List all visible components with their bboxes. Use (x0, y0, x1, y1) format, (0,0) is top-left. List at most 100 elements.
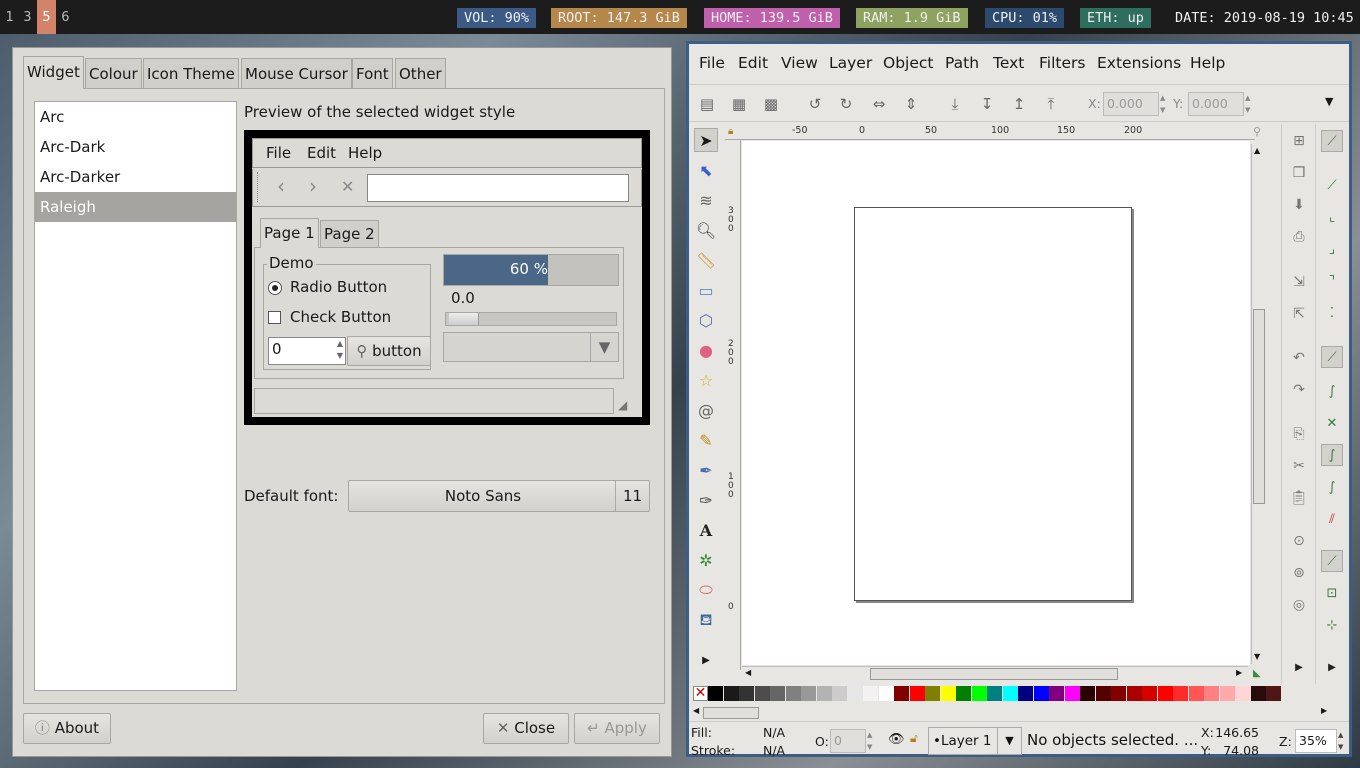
snap-toggle-icon[interactable]: ⟋ (1321, 130, 1343, 152)
palette-swatch[interactable] (925, 686, 940, 701)
list-item-selected[interactable]: Raleigh (35, 192, 236, 222)
export-icon[interactable]: ⇱ (1288, 303, 1310, 325)
close-button[interactable]: ✕ Close (483, 713, 569, 744)
snap-bbox-midpoint-icon[interactable]: ⌝ (1321, 270, 1343, 292)
preview-button[interactable]: ⚲ button (347, 336, 431, 366)
preview-entry[interactable] (367, 174, 629, 202)
flip-vertical-icon[interactable]: ⇕ (901, 94, 921, 114)
palette-scrollbar[interactable]: ◀ ▶ (689, 706, 1329, 720)
undo-icon[interactable]: ↶ (1288, 347, 1310, 369)
snap-bbox-corner-icon[interactable]: ⌟ (1321, 238, 1343, 260)
menu-edit[interactable]: Edit (738, 54, 768, 72)
bucket-tool-icon[interactable]: ⛾ (694, 608, 718, 632)
stop-icon[interactable]: ✕ (341, 177, 354, 196)
visibility-eye-icon[interactable]: 👁︎ (888, 732, 905, 747)
x-spin-icon[interactable]: ▲ ▼ (1160, 92, 1165, 116)
palette-swatch[interactable] (971, 686, 987, 701)
snap-rotation-center-icon[interactable]: ⊹ (1321, 614, 1343, 636)
palette-swatch[interactable] (1064, 686, 1080, 701)
list-item[interactable]: Arc-Dark (35, 132, 236, 162)
preview-menu-edit[interactable]: Edit (307, 144, 336, 162)
snap-bbox-center-icon[interactable]: ⁚ (1321, 302, 1343, 324)
node-tool-icon[interactable]: ⬉ (694, 158, 718, 182)
workspace-5[interactable]: 5 (37, 0, 56, 34)
palette-swatch[interactable] (940, 686, 956, 701)
toolbox-more-icon[interactable]: ▶ (694, 648, 718, 672)
list-item[interactable]: Arc (35, 102, 236, 132)
snap-intersection-icon[interactable]: ✕ (1321, 412, 1343, 434)
scroll-left-icon[interactable]: ◀ (693, 706, 699, 715)
layer-lock-icon[interactable]: 🔓︎ (910, 731, 918, 746)
scroll-up-icon[interactable]: ▲ (1254, 146, 1260, 155)
scroll-down-icon[interactable]: ▼ (1254, 652, 1260, 661)
paste-icon[interactable]: 📋︎ (1288, 487, 1310, 509)
palette-swatch[interactable] (1126, 686, 1142, 701)
rotate-cw-icon[interactable]: ↻ (836, 94, 856, 114)
palette-swatch[interactable] (1173, 686, 1188, 701)
scroll-right-icon[interactable]: ▶ (1321, 706, 1327, 715)
x-input[interactable]: 0.000 (1103, 92, 1159, 116)
palette-swatch[interactable] (1250, 686, 1266, 701)
new-document-icon[interactable]: ⊞ (1288, 130, 1310, 152)
palette-swatch[interactable] (1142, 686, 1157, 701)
palette-swatch[interactable] (801, 686, 816, 701)
palette-swatch[interactable] (1235, 686, 1250, 701)
scroll-thumb[interactable] (703, 707, 759, 719)
preview-tab-page1[interactable]: Page 1 (260, 218, 319, 248)
eraser-tool-icon[interactable]: ⬭ (694, 578, 718, 602)
tab-colour[interactable]: Colour (85, 58, 142, 88)
snap-bbox-icon[interactable]: ⟋ (1321, 174, 1343, 196)
back-icon[interactable]: ‹ (277, 174, 285, 198)
zoom-corner-icon[interactable]: ⚲ (1253, 125, 1261, 138)
menu-extensions[interactable]: Extensions (1097, 54, 1181, 72)
tab-font[interactable]: Font (352, 58, 393, 88)
palette-swatch[interactable] (1002, 686, 1018, 701)
zoom-page-icon[interactable]: ◎ (1288, 594, 1310, 616)
theme-list[interactable]: Arc Arc-Dark Arc-Darker Raleigh (34, 101, 237, 691)
palette-swatch[interactable] (1219, 686, 1235, 701)
workspace-6[interactable]: 6 (56, 0, 75, 34)
palette-swatch[interactable] (956, 686, 971, 701)
palette-swatch[interactable] (894, 686, 909, 701)
snap-center-icon[interactable]: ⊡ (1321, 582, 1343, 604)
save-icon[interactable]: ⬇ (1288, 194, 1310, 216)
palette-swatch[interactable] (987, 686, 1002, 701)
menu-filters[interactable]: Filters (1039, 54, 1085, 72)
palette-swatch[interactable] (1018, 686, 1033, 701)
palette-swatch[interactable] (1188, 686, 1204, 701)
commands-more-icon[interactable]: ▶ (1288, 656, 1310, 678)
snap-bbox-edge-icon[interactable]: ⌞ (1321, 206, 1343, 228)
palette-swatch[interactable] (878, 686, 894, 701)
cut-icon[interactable]: ✂ (1288, 455, 1310, 477)
zoom-input[interactable]: 35% (1295, 729, 1337, 753)
palette-swatch[interactable] (739, 686, 754, 701)
zoom-selection-icon[interactable]: ⊙ (1288, 530, 1310, 552)
scale-slider[interactable] (445, 312, 617, 326)
about-button[interactable]: ⓘ About (23, 713, 111, 744)
spiral-tool-icon[interactable]: @ (694, 398, 718, 422)
layer-selector[interactable]: •Layer 1 ▼ (928, 727, 1022, 755)
palette-swatch[interactable] (816, 686, 832, 701)
palette-swatch[interactable] (1095, 686, 1111, 701)
preview-combobox[interactable]: ▼ (443, 332, 619, 362)
raise-icon[interactable]: ↥ (1009, 94, 1029, 114)
zoom-drawing-icon[interactable]: ⊚ (1288, 562, 1310, 584)
rotate-ccw-icon[interactable]: ↺ (805, 94, 825, 114)
opacity-input[interactable]: 0 (830, 729, 866, 753)
palette-swatch[interactable] (770, 686, 785, 701)
select-all-icon[interactable]: ▤ (697, 94, 717, 114)
palette-swatch[interactable] (909, 686, 925, 701)
import-icon[interactable]: ⇲ (1288, 271, 1310, 293)
drawing-canvas[interactable] (742, 141, 1250, 665)
slider-handle[interactable] (449, 313, 479, 325)
palette-swatch[interactable] (1033, 686, 1049, 701)
tab-other[interactable]: Other (395, 58, 446, 88)
zoom-spin-icon[interactable]: ▲ ▼ (1338, 729, 1343, 753)
font-chooser-button[interactable]: Noto Sans 11 (348, 480, 650, 512)
lower-icon[interactable]: ↧ (977, 94, 997, 114)
raise-to-top-icon[interactable]: ⤒ (1041, 94, 1061, 114)
star-tool-icon[interactable]: ☆ (694, 368, 718, 392)
overflow-chevron-icon[interactable]: ▼ (1325, 95, 1333, 108)
tweak-tool-icon[interactable]: ≋ (694, 188, 718, 212)
scroll-right-icon[interactable]: ▶ (1236, 668, 1242, 677)
